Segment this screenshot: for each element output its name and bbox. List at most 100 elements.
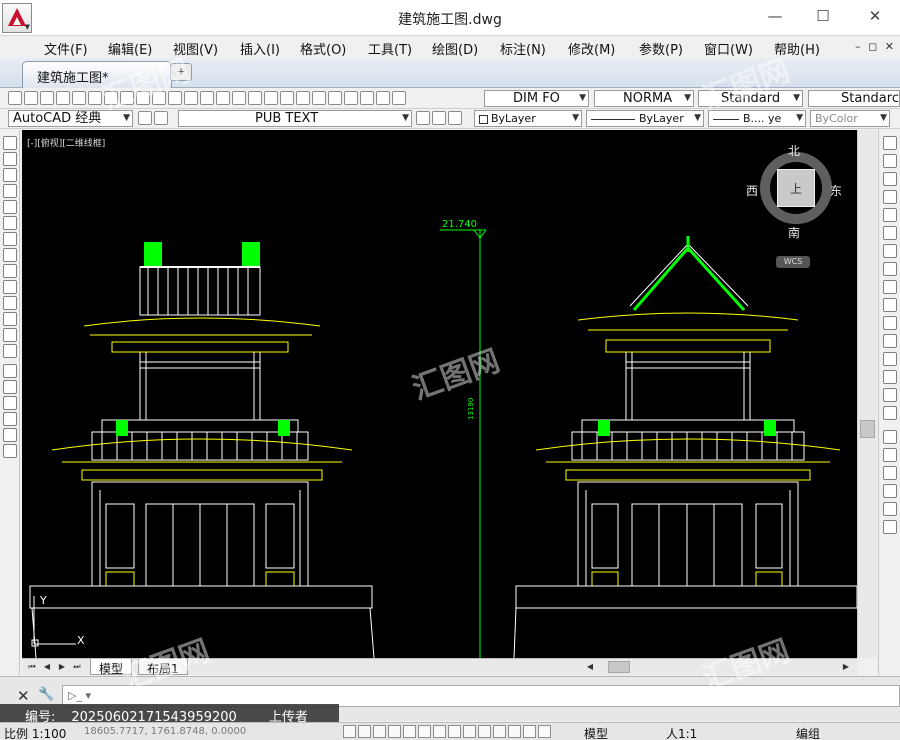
paste-icon[interactable] — [152, 91, 166, 105]
copy-icon[interactable] — [136, 91, 150, 105]
add-selected-icon[interactable] — [3, 444, 17, 458]
quick-properties-icon[interactable] — [523, 725, 536, 738]
help-icon[interactable] — [392, 91, 406, 105]
block-editor-icon[interactable] — [184, 91, 198, 105]
match-properties-icon[interactable] — [168, 91, 182, 105]
rectangle-icon[interactable] — [3, 200, 17, 214]
text-style-combo[interactable]: Standard ▼ — [698, 90, 803, 107]
revision-cloud-icon[interactable] — [3, 248, 17, 262]
offset-icon[interactable] — [883, 190, 897, 204]
chamfer-icon[interactable] — [883, 388, 897, 402]
prev-layout-button[interactable]: ◀ — [41, 661, 53, 673]
annotation-scale-button[interactable]: 人1:1 — [666, 725, 697, 740]
redo-icon[interactable] — [216, 91, 230, 105]
selection-cycling-icon[interactable] — [538, 725, 551, 738]
markup-icon[interactable] — [360, 91, 374, 105]
layer-state-icon[interactable] — [448, 111, 462, 125]
object-snap-tracking-icon[interactable] — [448, 725, 461, 738]
cut-icon[interactable] — [120, 91, 134, 105]
compass-south[interactable]: 南 — [788, 224, 800, 241]
copy-object-icon[interactable] — [883, 154, 897, 168]
trim-icon[interactable] — [883, 298, 897, 312]
polygon-icon[interactable] — [3, 184, 17, 198]
group-icon[interactable] — [883, 466, 897, 480]
customize-wrench-icon[interactable]: 🔧 — [38, 687, 54, 702]
extend-icon[interactable] — [883, 316, 897, 330]
menu-help[interactable]: 帮助(H) — [774, 39, 820, 58]
drawing-area[interactable]: [-][俯视][二维线框] 21.740 13190 Y X 上 北 南 西 东… — [22, 130, 857, 658]
compass-north[interactable]: 北 — [788, 142, 800, 159]
menu-draw[interactable]: 绘图(D) — [432, 39, 478, 58]
tab-layout1[interactable]: 布局1 — [138, 659, 188, 676]
dynamic-ucs-icon[interactable] — [463, 725, 476, 738]
close-command-icon[interactable]: ✕ — [17, 687, 30, 705]
menu-parameter[interactable]: 参数(P) — [639, 39, 683, 58]
layer-properties-icon[interactable] — [154, 111, 168, 125]
fillet-icon[interactable] — [883, 406, 897, 420]
publish-icon[interactable] — [88, 91, 102, 105]
scroll-left-button[interactable]: ◀ — [584, 661, 596, 673]
break-at-point-icon[interactable] — [883, 334, 897, 348]
workspace-combo[interactable]: AutoCAD 经典 ▼ — [8, 110, 133, 127]
compass-west[interactable]: 西 — [746, 182, 758, 199]
snap-mode-icon[interactable] — [358, 725, 371, 738]
break-icon[interactable] — [883, 352, 897, 366]
3d-print-icon[interactable] — [104, 91, 118, 105]
group-status-button[interactable]: 编组 — [796, 725, 820, 740]
line-icon[interactable] — [3, 136, 17, 150]
horizontal-scroll-thumb[interactable] — [608, 661, 630, 673]
calculator-icon[interactable] — [376, 91, 390, 105]
minimize-button[interactable]: — — [752, 0, 798, 32]
point-icon[interactable] — [3, 344, 17, 358]
viewcube[interactable]: 上 北 南 西 东 WCS — [746, 142, 842, 268]
print-icon[interactable] — [56, 91, 70, 105]
plot-preview-icon[interactable] — [72, 91, 86, 105]
polar-tracking-icon[interactable] — [403, 725, 416, 738]
pan-icon[interactable] — [232, 91, 246, 105]
first-layout-button[interactable]: ⏮ — [26, 661, 38, 673]
hatch-icon[interactable] — [3, 364, 17, 378]
menu-format[interactable]: 格式(O) — [300, 39, 346, 58]
menu-edit[interactable]: 编辑(E) — [108, 39, 152, 58]
array-icon[interactable] — [883, 208, 897, 222]
table-icon[interactable] — [3, 412, 17, 426]
menu-file[interactable]: 文件(F) — [44, 39, 88, 58]
lineweight-combo[interactable]: B.... ye ▼ — [708, 110, 806, 127]
ortho-mode-icon[interactable] — [388, 725, 401, 738]
explode-icon[interactable] — [883, 430, 897, 444]
vertical-scrollbar[interactable] — [857, 130, 877, 658]
open-icon[interactable] — [24, 91, 38, 105]
color-combo[interactable]: ByLayer ▼ — [474, 110, 582, 127]
region-icon[interactable] — [3, 396, 17, 410]
lineweight-icon[interactable] — [493, 725, 506, 738]
new-tab-button[interactable]: + — [170, 63, 192, 81]
layer-previous-icon[interactable] — [432, 111, 446, 125]
properties-icon[interactable] — [296, 91, 310, 105]
tab-drawing[interactable]: 建筑施工图* — [22, 61, 172, 88]
zoom-previous-icon[interactable] — [280, 91, 294, 105]
join-icon[interactable] — [883, 370, 897, 384]
mirror-icon[interactable] — [883, 172, 897, 186]
zoom-realtime-icon[interactable] — [248, 91, 262, 105]
document-window-controls[interactable]: – ◻ ✕ — [855, 40, 896, 53]
plotstyle-combo[interactable]: ByColor ▼ — [810, 110, 890, 127]
menu-window[interactable]: 窗口(W) — [704, 39, 753, 58]
draw-order-icon[interactable] — [883, 448, 897, 462]
tool-palettes-icon[interactable] — [328, 91, 342, 105]
menu-tools[interactable]: 工具(T) — [368, 39, 412, 58]
save-icon[interactable] — [40, 91, 54, 105]
construction-line-icon[interactable] — [3, 152, 17, 166]
close-button[interactable]: ✕ — [852, 0, 898, 32]
arc-icon[interactable] — [3, 216, 17, 230]
menu-view[interactable]: 视图(V) — [173, 39, 218, 58]
dynamic-input-icon[interactable] — [478, 725, 491, 738]
zoom-window-icon[interactable] — [264, 91, 278, 105]
move-icon[interactable] — [883, 226, 897, 240]
scale-icon[interactable] — [883, 262, 897, 276]
maximize-button[interactable]: ☐ — [800, 0, 846, 32]
ungroup-icon[interactable] — [883, 484, 897, 498]
undo-icon[interactable] — [200, 91, 214, 105]
design-center-icon[interactable] — [312, 91, 326, 105]
text-icon[interactable] — [3, 428, 17, 442]
tab-model[interactable]: 模型 — [90, 659, 133, 676]
